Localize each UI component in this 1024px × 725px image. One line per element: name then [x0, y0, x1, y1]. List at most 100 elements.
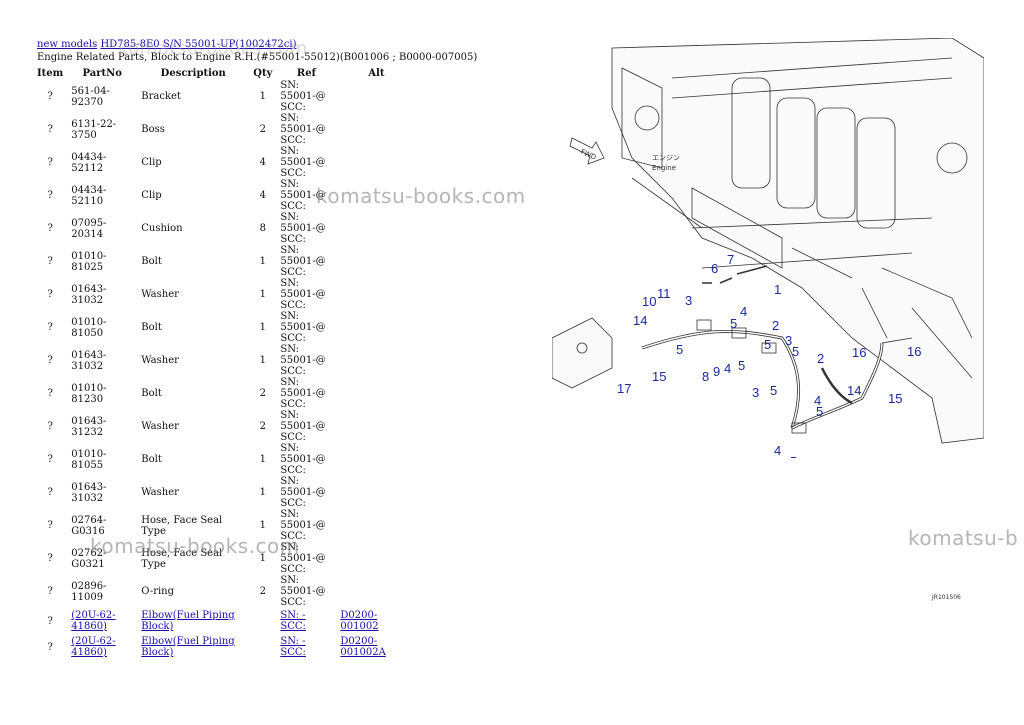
table-row[interactable]: ? (20U-62-41860) Elbow(Fuel Piping Block) S… [33, 608, 416, 634]
partno-cell: 01010-81055 [71, 448, 107, 471]
callout-5g: 5 [816, 404, 823, 419]
alt-cell[interactable]: D0200-001002A [336, 634, 416, 660]
callout-6: 6 [711, 261, 718, 276]
table-header-row: Item PartNo Description Qty Ref Alt [33, 66, 416, 80]
qty-cell: 4 [259, 157, 266, 168]
callout-11: 11 [657, 286, 671, 301]
partno-cell: 01010-81025 [71, 250, 107, 273]
alt-cell [336, 80, 416, 113]
ref-sn: SN: 55001-@ [280, 80, 326, 102]
partno-cell: 04434-52112 [71, 151, 107, 174]
callout-1: 1 [774, 282, 781, 297]
ref-cell: SN: 55001-@ SCC: [276, 344, 336, 377]
qty-cell: 1 [259, 322, 266, 333]
ref-sn: SN: 55001-@ [280, 377, 326, 399]
qty-cell: 4 [259, 190, 266, 201]
description-cell: Washer [141, 289, 179, 300]
qty-cell: 1 [259, 256, 266, 267]
callout-14: 14 [633, 313, 647, 328]
qty-cell: 2 [259, 388, 266, 399]
column-header-description: Description [160, 67, 226, 79]
ref-scc: SCC: [280, 498, 306, 509]
ref-cell: SN: 55001-@ SCC: [276, 278, 336, 311]
qty-cell: 8 [259, 223, 266, 234]
item-cell: ? [47, 388, 53, 399]
ref-scc: SCC: [280, 102, 306, 113]
table-row: ? 04434-52112 Clip 4 SN: 55001-@ SCC: [33, 146, 416, 179]
table-row: ? 01010-81050 Bolt 1 SN: 55001-@ SCC: [33, 311, 416, 344]
qty-cell: 1 [259, 355, 266, 366]
watermark-top: komatsu-books.com [118, 38, 308, 59]
table-row: ? 01643-31032 Washer 1 SN: 55001-@ SCC: [33, 278, 416, 311]
callout-7: 7 [727, 252, 734, 267]
partno-cell[interactable]: (20U-62-41860) [67, 608, 137, 634]
table-row: ? 07095-20314 Cushion 8 SN: 55001-@ SCC: [33, 212, 416, 245]
callout-5c: 5 [738, 358, 745, 373]
callout-10: 10 [642, 294, 656, 309]
ref-cell: SN: 55001-@ SCC: [276, 245, 336, 278]
alt-cell [336, 443, 416, 476]
description-cell: Boss [141, 124, 165, 135]
alt-cell[interactable]: D0200-001002 [336, 608, 416, 634]
callout-16b: 16 [907, 344, 921, 359]
callout-5b: 5 [730, 316, 737, 331]
alt-cell [336, 344, 416, 377]
ref-sn: SN: 55001-@ [280, 443, 326, 465]
partno-cell[interactable]: (20U-62-41860) [67, 634, 137, 660]
new-models-link[interactable]: new models [37, 39, 97, 50]
ref-scc: SCC: [280, 234, 306, 245]
ref-sn: SN: 55001-@ [280, 113, 326, 135]
qty-cell: 1 [259, 289, 266, 300]
partno-cell: 01643-31232 [71, 415, 107, 438]
ref-cell[interactable]: SN: - SCC: [276, 608, 336, 634]
ref-cell: SN: 55001-@ SCC: [276, 80, 336, 113]
ref-scc: SCC: [280, 621, 306, 632]
qty-cell: 1 [259, 487, 266, 498]
description-cell: Bolt [141, 256, 162, 267]
callout-5: 5 [676, 342, 683, 357]
ref-scc: SCC: [280, 597, 306, 608]
callout-5h: 5 [790, 454, 797, 458]
callout-15b: 15 [888, 391, 902, 406]
callout-4b: 4 [724, 361, 731, 376]
description-cell: Clip [141, 157, 162, 168]
callout-5f: 5 [770, 383, 777, 398]
callout-5d: 5 [764, 337, 771, 352]
item-cell: ? [47, 91, 53, 102]
description-cell[interactable]: Elbow(Fuel Piping Block) [137, 608, 249, 634]
table-row: ? 01643-31032 Washer 1 SN: 55001-@ SCC: [33, 344, 416, 377]
ref-cell: SN: 55001-@ SCC: [276, 311, 336, 344]
partno-cell: 01643-31032 [71, 349, 107, 372]
description-cell[interactable]: Elbow(Fuel Piping Block) [137, 634, 249, 660]
callout-3: 3 [685, 293, 692, 308]
item-cell: ? [47, 615, 53, 627]
table-row[interactable]: ? (20U-62-41860) Elbow(Fuel Piping Block) S… [33, 634, 416, 660]
ref-scc: SCC: [280, 201, 306, 212]
callout-9: 9 [713, 364, 720, 379]
table-row: ? 01010-81230 Bolt 2 SN: 55001-@ SCC: [33, 377, 416, 410]
callout-14b: 14 [847, 383, 861, 398]
qty-cell: 2 [259, 586, 266, 597]
qty-cell: 1 [259, 454, 266, 465]
table-row: ? 01010-81025 Bolt 1 SN: 55001-@ SCC: [33, 245, 416, 278]
ref-cell: SN: 55001-@ SCC: [276, 146, 336, 179]
description-cell: Washer [141, 355, 179, 366]
item-cell: ? [47, 641, 53, 653]
partno-cell: 561-04-92370 [71, 85, 110, 108]
partno-cell: 6131-22-3750 [71, 118, 117, 141]
ref-cell[interactable]: SN: - SCC: [276, 634, 336, 660]
parts-table: Item PartNo Description Qty Ref Alt ? 561… [33, 66, 416, 660]
item-cell: ? [47, 454, 53, 465]
callout-4d: 4 [774, 443, 781, 458]
table-row: ? 01643-31032 Washer 1 SN: 55001-@ SCC: [33, 476, 416, 509]
callout-5e: 5 [792, 344, 799, 359]
alt-cell [336, 278, 416, 311]
callout-16: 16 [852, 345, 866, 360]
column-header-ref: Ref [296, 67, 316, 79]
partno-cell: 07095-20314 [71, 217, 107, 240]
ref-sn: SN: 55001-@ [280, 278, 326, 300]
ref-sn: SN: - [280, 636, 306, 647]
description-cell: Cushion [141, 223, 183, 234]
ref-sn: SN: 55001-@ [280, 212, 326, 234]
description-cell: O-ring [141, 586, 175, 597]
